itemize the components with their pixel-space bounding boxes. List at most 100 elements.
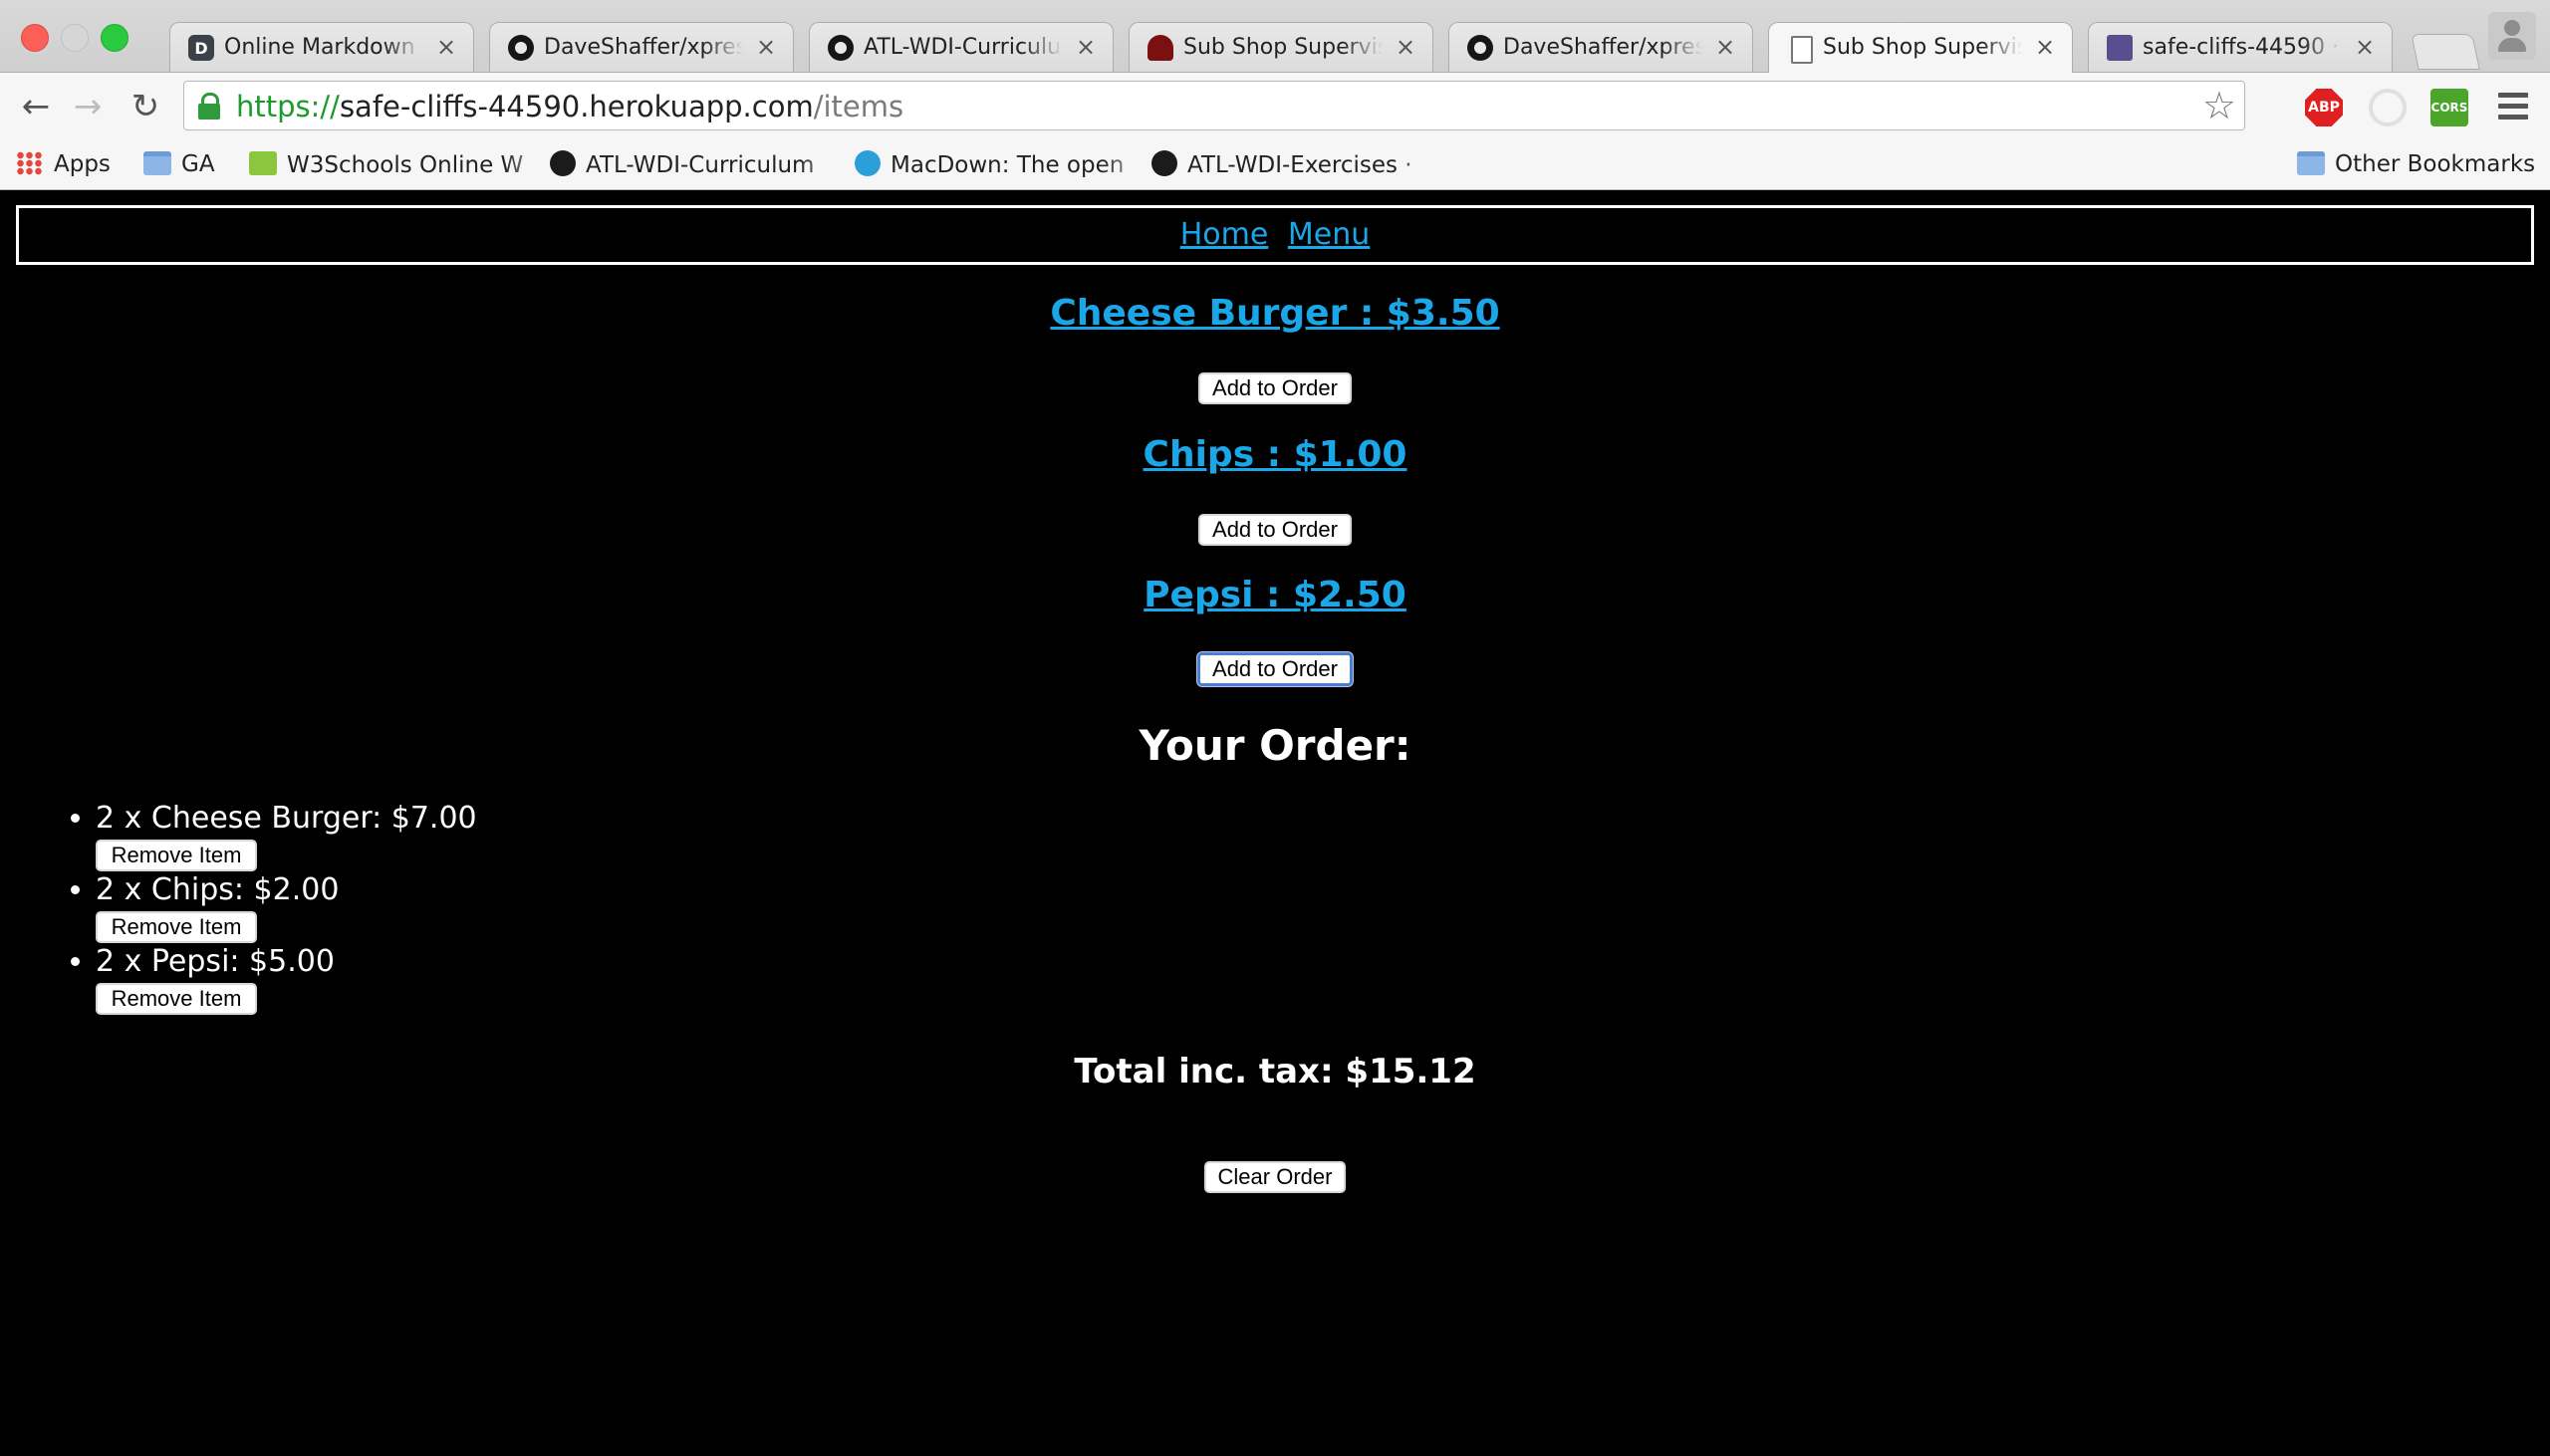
order-heading: Your Order:: [1139, 721, 1411, 770]
bookmark-apps[interactable]: Apps: [16, 147, 111, 181]
maximize-window-button[interactable]: [101, 24, 128, 52]
add-row: Add to Order: [0, 652, 2550, 686]
tab-strip: D Online Markdown Ed × DaveShaffer/xpres…: [0, 0, 2550, 73]
tab-title: DaveShaffer/xpress-: [1503, 35, 1702, 60]
reload-icon[interactable]: ↻: [124, 85, 167, 128]
add-to-order-button[interactable]: Add to Order: [1198, 514, 1352, 546]
address-bar[interactable]: https://safe-cliffs-44590.herokuapp.com/…: [183, 81, 2245, 130]
adblock-plus-icon[interactable]: ABP: [2305, 89, 2343, 126]
add-to-order-button[interactable]: Add to Order: [1198, 372, 1352, 404]
url-path: /items: [813, 90, 904, 123]
heroku-icon: [2107, 35, 2133, 61]
w3schools-icon: [249, 150, 277, 175]
order-item: 2 x Cheese Burger: $7.00 Remove Item: [96, 802, 477, 873]
bookmark-atl-wdi-exercises[interactable]: ATL-WDI-Exercises ·: [1151, 147, 1448, 181]
folder-icon: [2297, 150, 2325, 175]
menu-item-link[interactable]: Pepsi : $2.50: [1144, 575, 1406, 615]
github-icon: [1151, 149, 1177, 176]
tab-title: Online Markdown Ed: [224, 35, 423, 60]
browser-tab[interactable]: Sub Shop Supervisor ×: [1129, 22, 1433, 72]
bookmark-label: ATL-WDI-Curriculum: [586, 151, 815, 178]
browser-tab[interactable]: safe-cliffs-44590 · L ×: [2088, 22, 2393, 72]
tab-title: ATL-WDI-Curriculum: [864, 35, 1063, 60]
bookmark-w3schools[interactable]: W3Schools Online W: [249, 147, 558, 181]
browser-tab[interactable]: ATL-WDI-Curriculum ×: [809, 22, 1114, 72]
order-item-text: 2 x Chips: $2.00: [96, 872, 340, 907]
nav-link-home[interactable]: Home: [1180, 217, 1269, 252]
github-icon: [550, 149, 576, 176]
tab-close-icon[interactable]: ×: [2032, 33, 2058, 61]
sub-shop-icon: [1148, 35, 1173, 61]
github-icon: [828, 35, 854, 61]
bookmark-label: Apps: [54, 151, 111, 177]
clear-row: Clear Order: [0, 1161, 2550, 1193]
order-item: 2 x Chips: $2.00 Remove Item: [96, 873, 477, 945]
menu-item: Cheese Burger : $3.50: [0, 293, 2550, 334]
lock-icon: [198, 93, 220, 120]
forward-arrow-icon[interactable]: →: [66, 85, 110, 128]
close-window-button[interactable]: [21, 24, 49, 52]
bookmark-label: MacDown: The open: [891, 151, 1125, 178]
tab-close-icon[interactable]: ×: [2352, 33, 2378, 61]
extension-icon[interactable]: [2369, 89, 2407, 126]
menu-item: Chips : $1.00: [0, 434, 2550, 475]
menu-item-link[interactable]: Chips : $1.00: [1144, 434, 1407, 475]
tab-close-icon[interactable]: ×: [1712, 33, 1738, 61]
bookmark-star-icon[interactable]: ☆: [2202, 86, 2236, 125]
tab-close-icon[interactable]: ×: [753, 33, 779, 61]
browser-tab[interactable]: D Online Markdown Ed ×: [169, 22, 474, 72]
minimize-window-button[interactable]: [61, 24, 89, 52]
bookmark-label: ATL-WDI-Exercises ·: [1187, 151, 1412, 178]
order-item: 2 x Pepsi: $5.00 Remove Item: [96, 945, 477, 1017]
bookmark-label: W3Schools Online W: [287, 151, 524, 178]
macdown-icon: [855, 149, 881, 176]
browser-chrome: D Online Markdown Ed × DaveShaffer/xpres…: [0, 0, 2550, 190]
menu-item-link[interactable]: Cheese Burger : $3.50: [1050, 293, 1499, 334]
apps-icon: [16, 150, 44, 175]
remove-item-button[interactable]: Remove Item: [96, 911, 257, 943]
url-host: safe-cliffs-44590.herokuapp.com: [339, 90, 814, 123]
browser-tab[interactable]: DaveShaffer/xpress- ×: [1448, 22, 1753, 72]
bookmark-ga-folder[interactable]: GA: [143, 147, 215, 181]
page-icon: [1791, 36, 1813, 64]
browser-toolbar: ← → ↻ https://safe-cliffs-44590.herokuap…: [0, 72, 2550, 140]
order-item-text: 2 x Pepsi: $5.00: [96, 944, 335, 979]
tab-title: DaveShaffer/xpress-: [544, 35, 743, 60]
tab-title: Sub Shop Supervisor: [1823, 35, 2022, 60]
github-icon: [508, 35, 534, 61]
tab-close-icon[interactable]: ×: [1073, 33, 1099, 61]
bookmark-label: Other Bookmarks: [2335, 151, 2536, 177]
nav-link-menu[interactable]: Menu: [1288, 217, 1370, 252]
profile-icon[interactable]: [2488, 12, 2536, 60]
remove-item-button[interactable]: Remove Item: [96, 983, 257, 1015]
add-row: Add to Order: [0, 372, 2550, 404]
tab-title: Sub Shop Supervisor: [1183, 35, 1383, 60]
order-list: 2 x Cheese Burger: $7.00 Remove Item 2 x…: [60, 802, 477, 1017]
tab-title: safe-cliffs-44590 · L: [2143, 35, 2342, 60]
clear-order-button[interactable]: Clear Order: [1203, 1161, 1347, 1193]
dillinger-icon: D: [188, 35, 214, 61]
bookmark-macdown[interactable]: MacDown: The open: [855, 147, 1153, 181]
cors-extension-icon[interactable]: CORS: [2430, 89, 2468, 126]
order-item-text: 2 x Cheese Burger: $7.00: [96, 801, 477, 836]
bookmarks-bar: Apps GA W3Schools Online W ATL-WDI-Curri…: [0, 139, 2550, 190]
order-total: Total inc. tax: $15.12: [1074, 1052, 1476, 1092]
tab-close-icon[interactable]: ×: [433, 33, 459, 61]
site-nav: Home Menu: [16, 205, 2534, 265]
new-tab-button[interactable]: [2411, 34, 2480, 70]
url-scheme: https://: [236, 90, 340, 123]
browser-tab-active[interactable]: Sub Shop Supervisor ×: [1768, 22, 2073, 73]
menu-item: Pepsi : $2.50: [0, 575, 2550, 615]
bookmark-other-bookmarks[interactable]: Other Bookmarks: [2297, 147, 2535, 181]
tab-close-icon[interactable]: ×: [1393, 33, 1418, 61]
bookmark-atl-wdi-curriculum[interactable]: ATL-WDI-Curriculum: [550, 147, 853, 181]
bookmark-label: GA: [181, 151, 215, 177]
browser-tab[interactable]: DaveShaffer/xpress- ×: [489, 22, 794, 72]
github-icon: [1467, 35, 1493, 61]
remove-item-button[interactable]: Remove Item: [96, 840, 257, 871]
back-arrow-icon[interactable]: ←: [14, 85, 58, 128]
add-to-order-button[interactable]: Add to Order: [1197, 652, 1353, 686]
url-text[interactable]: https://safe-cliffs-44590.herokuapp.com/…: [236, 90, 903, 123]
folder-icon: [143, 150, 171, 175]
browser-menu-icon[interactable]: [2498, 93, 2528, 121]
